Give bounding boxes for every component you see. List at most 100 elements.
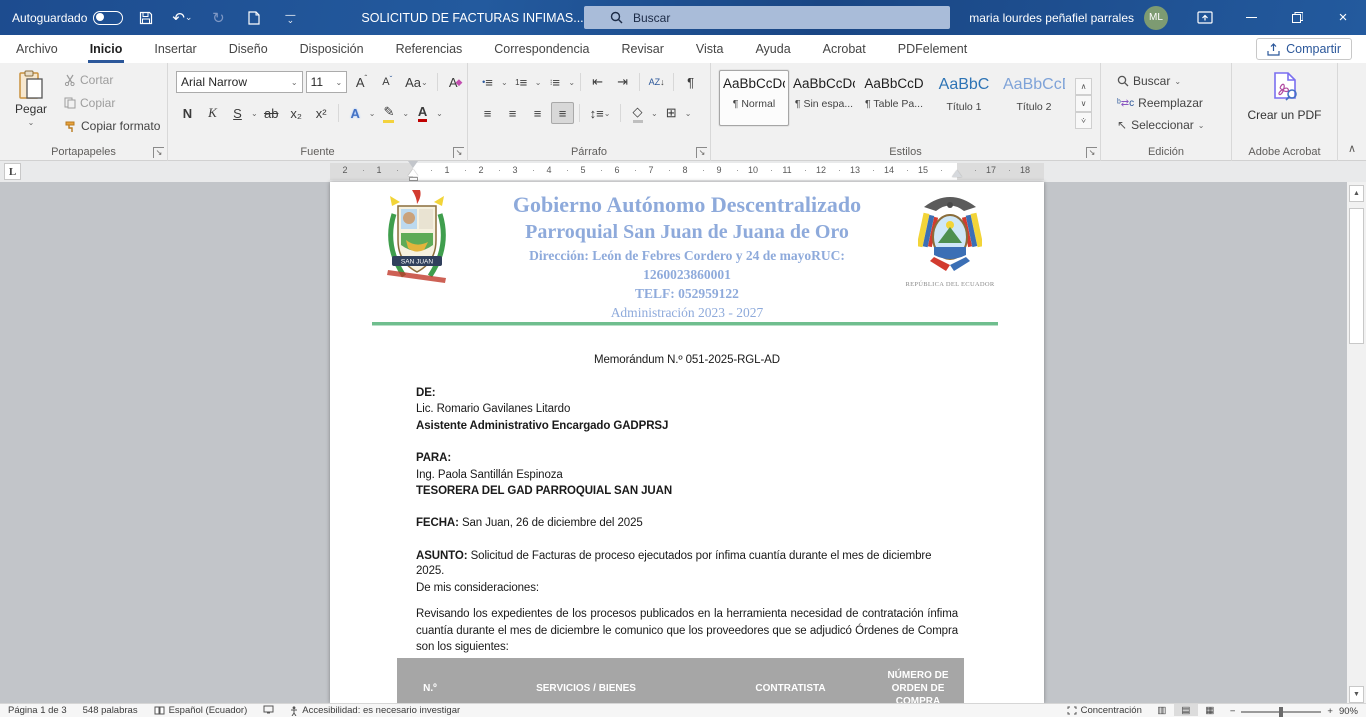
document-page[interactable]: SAN JUAN Gobierno Autónomo Descentraliza… [330,182,1044,703]
memo-de-title[interactable]: Asistente Administrativo Encargado GADPR… [416,419,958,434]
decrease-indent-button[interactable]: ⇤ [586,71,609,93]
memo-body-paragraph[interactable]: Revisando los expedientes de los proceso… [416,606,958,656]
style-titulo-1[interactable]: AaBbC Título 1 [929,70,999,126]
scroll-down-button[interactable]: ▼ [1349,686,1364,703]
format-painter-button[interactable]: Copiar formato [60,118,164,134]
font-color-dropdown-icon[interactable]: ⌄ [436,109,443,118]
clear-formatting-button[interactable]: A◆ [444,71,467,93]
scroll-up-button[interactable]: ▲ [1349,185,1364,202]
show-formatting-button[interactable]: ¶ [679,71,702,93]
right-indent-marker[interactable] [952,170,962,177]
style-sin-espaciado[interactable]: AaBbCcDc ¶ Sin espa... [789,70,859,126]
tab-pdfelement[interactable]: PDFelement [882,35,983,63]
font-color-button[interactable]: A [411,102,434,124]
subscript-button[interactable]: x₂ [285,102,308,124]
document-title[interactable]: SOLICITUD DE FACTURAS INFIMAS.... ⌄ [361,11,602,25]
tab-insertar[interactable]: Insertar [138,35,212,63]
sort-button[interactable]: AZ↓ [645,71,668,93]
styles-scroll-up-button[interactable]: ∧ [1075,78,1092,95]
tab-vista[interactable]: Vista [680,35,740,63]
strikethrough-button[interactable]: ab [260,102,283,124]
align-right-button[interactable]: ≡ [526,102,549,124]
ruler-strip[interactable]: 211234567891011121314151718·············… [330,163,1044,180]
bold-button[interactable]: N [176,102,199,124]
undo-button[interactable]: ↶⌄ [169,5,195,31]
table-header-servicios[interactable]: SERVICIOS / BIENES [463,658,709,703]
hanging-indent-marker[interactable] [408,169,418,176]
ribbon-display-options-button[interactable] [1182,0,1228,35]
font-size-combo[interactable]: 11⌄ [306,71,348,93]
display-settings-indicator[interactable] [255,704,282,714]
redo-button[interactable]: ↻ [205,5,231,31]
table-header-numero[interactable]: N.º [397,658,463,703]
bullets-button[interactable]: •≡ [476,71,499,93]
styles-dialog-launcher[interactable]: ↘ [1086,147,1097,158]
tab-diseno[interactable]: Diseño [213,35,284,63]
page-number-indicator[interactable]: Página 1 de 3 [0,704,75,716]
table-header-orden-compra[interactable]: NÚMERO DE ORDEN DE COMPRA [872,658,964,703]
tab-inicio[interactable]: Inicio [74,35,139,63]
share-button[interactable]: Compartir [1256,38,1352,60]
tab-ayuda[interactable]: Ayuda [739,35,806,63]
zoom-slider[interactable] [1241,711,1321,713]
shading-button[interactable]: ◇ [626,102,649,124]
memo-number[interactable]: Memorándum N.º 051-2025-RGL-AD [416,353,958,368]
search-input[interactable]: Buscar [584,6,950,29]
shading-dropdown-icon[interactable]: ⌄ [651,109,658,118]
increase-indent-button[interactable]: ⇥ [611,71,634,93]
first-line-indent-marker[interactable] [408,161,418,168]
left-indent-marker[interactable] [409,177,418,181]
close-button[interactable]: × [1320,0,1366,35]
underline-button[interactable]: S [226,102,249,124]
align-left-button[interactable]: ≡ [476,102,499,124]
minimize-button[interactable] [1228,0,1274,35]
styles-scroll-down-button[interactable]: ∨ [1075,95,1092,112]
web-layout-button[interactable]: ▦ [1198,704,1222,716]
table-header-contratista[interactable]: CONTRATISTA [709,658,872,703]
change-case-button[interactable]: Aa⌄ [402,71,432,93]
replace-button[interactable]: ᵇ⇄c Reemplazar [1113,95,1231,111]
align-center-button[interactable]: ≡ [501,102,524,124]
memo-salutation[interactable]: De mis consideraciones: [416,581,958,596]
user-name[interactable]: maria lourdes peñafiel parrales [969,11,1134,25]
read-mode-button[interactable]: ▥ [1150,704,1174,716]
restore-button[interactable] [1274,0,1320,35]
tab-referencias[interactable]: Referencias [380,35,479,63]
styles-more-button[interactable]: ⩒ [1075,112,1092,129]
create-pdf-button[interactable]: Crear un PDF [1232,63,1337,122]
collapse-ribbon-button[interactable]: ∧ [1348,142,1356,155]
memo-para-name[interactable]: Ing. Paola Santillán Espinoza [416,468,958,483]
grow-font-button[interactable]: Aˆ [350,71,373,93]
multilevel-dropdown-icon[interactable]: ⌄ [568,78,575,87]
zoom-in-button[interactable]: + [1327,706,1333,717]
tab-archivo[interactable]: Archivo [0,35,74,63]
scrollbar-thumb[interactable] [1349,208,1364,344]
paste-dropdown-icon[interactable]: ⌄ [28,118,35,127]
superscript-button[interactable]: x² [310,102,333,124]
memo-de-name[interactable]: Lic. Romario Gavilanes Litardo [416,402,958,417]
numbering-dropdown-icon[interactable]: ⌄ [535,78,542,87]
customize-quick-access-button[interactable]: —⌄ [277,5,303,31]
numbering-button[interactable]: 1≡ [510,71,533,93]
highlight-dropdown-icon[interactable]: ⌄ [402,109,409,118]
borders-button[interactable]: ⊞ [660,102,683,124]
font-dialog-launcher[interactable]: ↘ [453,147,464,158]
borders-dropdown-icon[interactable]: ⌄ [685,109,692,118]
zoom-out-button[interactable]: − [1230,706,1236,717]
tab-correspondencia[interactable]: Correspondencia [478,35,605,63]
zoom-level[interactable]: 90% [1339,706,1358,717]
line-spacing-button[interactable]: ↕≡⌄ [585,102,615,124]
tab-disposicion[interactable]: Disposición [284,35,380,63]
paste-button[interactable]: Pegar ⌄ [8,70,54,148]
vertical-scrollbar[interactable]: ▲ ▼ [1347,182,1366,703]
word-count-indicator[interactable]: 548 palabras [75,704,146,716]
language-indicator[interactable]: Español (Ecuador) [146,704,256,716]
style-normal[interactable]: AaBbCcDc ¶ Normal [719,70,789,126]
zoom-slider-handle[interactable] [1279,707,1283,717]
cut-button[interactable]: Cortar [60,72,164,88]
tab-acrobat[interactable]: Acrobat [807,35,882,63]
autosave-switch-icon[interactable] [93,11,123,25]
memo-table-header-row[interactable]: N.º SERVICIOS / BIENES CONTRATISTA NÚMER… [397,658,964,703]
select-dropdown-icon[interactable]: ⌄ [1198,121,1205,130]
print-layout-button[interactable]: ▤ [1174,704,1198,716]
